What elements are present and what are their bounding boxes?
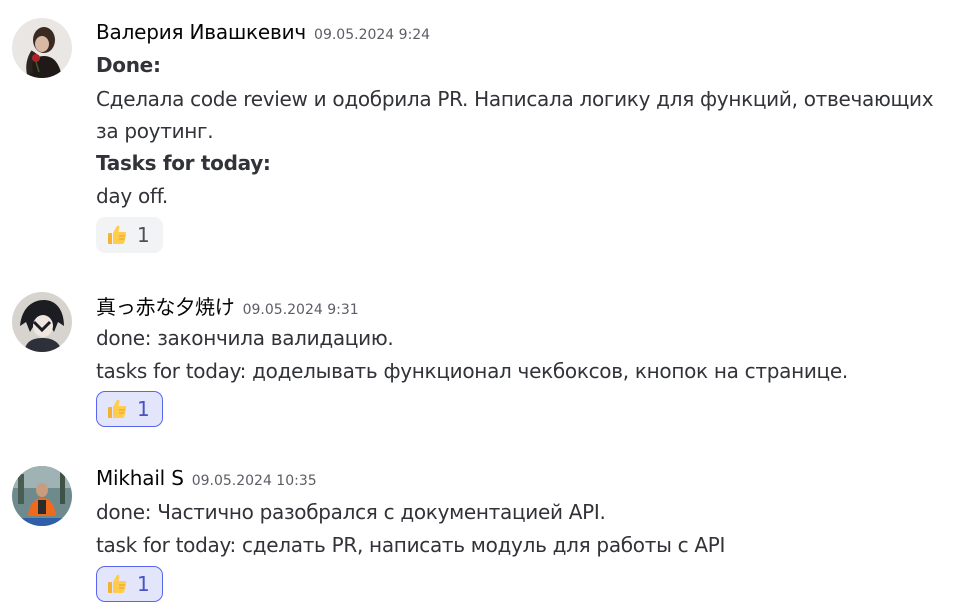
reaction-button[interactable]: 1: [96, 391, 163, 427]
message-header: Валерия Ивашкевич 09.05.2024 9:24: [96, 20, 430, 50]
timestamp: 09.05.2024 10:35: [191, 473, 317, 489]
thumbs-up-icon: [108, 225, 127, 244]
message-line: Сделала code review и одобрила PR. Напис…: [96, 87, 934, 111]
message-line: за роутинг.: [96, 119, 214, 143]
message-line: done: закончила валидацию.: [96, 326, 394, 350]
message-header: Mikhail S 09.05.2024 10:35: [96, 466, 317, 496]
message-line: Tasks for today:: [96, 151, 271, 175]
message-line: Done:: [96, 53, 161, 77]
message-line: tasks for today: доделывать функционал ч…: [96, 359, 848, 383]
thumbs-up-icon: [108, 399, 127, 418]
author-name[interactable]: 真っ赤な夕焼け: [96, 295, 235, 319]
thumbs-up-icon: [108, 574, 127, 593]
reaction-count: 1: [137, 223, 150, 247]
timestamp: 09.05.2024 9:31: [242, 302, 359, 318]
message-line: day off.: [96, 184, 168, 208]
message-header: 真っ赤な夕焼け 09.05.2024 9:31: [96, 291, 359, 321]
author-name[interactable]: Валерия Ивашкевич: [96, 20, 306, 44]
author-name[interactable]: Mikhail S: [96, 466, 184, 490]
reaction-count: 1: [137, 397, 150, 421]
avatar[interactable]: [12, 292, 72, 352]
avatar[interactable]: [12, 466, 72, 526]
reaction-button[interactable]: 1: [96, 566, 163, 602]
message-line: task for today: сделать PR, написать мод…: [96, 533, 726, 557]
avatar[interactable]: [12, 18, 72, 78]
reaction-count: 1: [137, 572, 150, 596]
timestamp: 09.05.2024 9:24: [314, 27, 431, 43]
reaction-button[interactable]: 1: [96, 217, 163, 253]
message-line: done: Частично разобрался с документацие…: [96, 500, 606, 524]
